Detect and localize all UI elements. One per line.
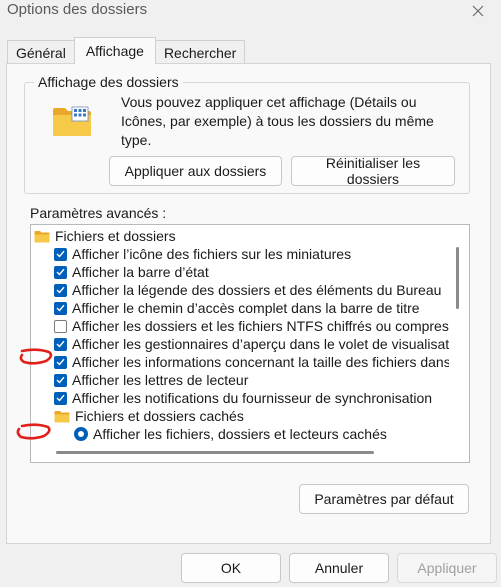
- tab-bar: Général Affichage Rechercher: [7, 37, 246, 64]
- setting-item[interactable]: Afficher le chemin d’accès complet dans …: [31, 299, 449, 317]
- checkmark-icon: [56, 250, 65, 258]
- setting-item[interactable]: Afficher les gestionnaires d’aperçu dans…: [31, 335, 449, 353]
- setting-label: Afficher les gestionnaires d’aperçu dans…: [72, 336, 449, 352]
- setting-label: Afficher l’icône des fichiers sur les mi…: [72, 246, 352, 262]
- checkbox-checked[interactable]: [54, 301, 67, 315]
- setting-item[interactable]: Afficher les notifications du fournisseu…: [31, 389, 449, 407]
- category-label: Fichiers et dossiers: [55, 228, 176, 244]
- cancel-button[interactable]: Annuler: [289, 553, 389, 583]
- folder-view-description: Vous pouvez appliquer cet affichage (Dét…: [121, 94, 434, 148]
- advanced-settings-list[interactable]: Fichiers et dossiers Afficher l’icône de…: [30, 224, 470, 463]
- advanced-settings-items: Fichiers et dossiers Afficher l’icône de…: [31, 227, 449, 442]
- window-title: Options des dossiers: [7, 1, 148, 18]
- subcategory-label: Fichiers et dossiers cachés: [75, 408, 244, 424]
- setting-item[interactable]: Afficher l’icône des fichiers sur les mi…: [31, 245, 449, 263]
- checkbox-checked[interactable]: [54, 355, 67, 369]
- setting-label: Afficher les dossiers et les fichiers NT…: [72, 318, 449, 334]
- ok-button[interactable]: OK: [181, 553, 281, 583]
- apply-to-folders-button[interactable]: Appliquer aux dossiers: [109, 156, 282, 186]
- setting-item[interactable]: Afficher la barre d’état: [31, 263, 449, 281]
- setting-label: Afficher le chemin d’accès complet dans …: [72, 300, 420, 316]
- setting-item[interactable]: Afficher les lettres de lecteur: [31, 371, 449, 389]
- reset-folders-button[interactable]: Réinitialiser les dossiers: [291, 155, 455, 187]
- setting-label: Afficher la légende des dossiers et des …: [72, 282, 442, 298]
- advanced-settings-label: Paramètres avancés :: [30, 205, 167, 221]
- tab-display[interactable]: Affichage: [73, 37, 156, 64]
- close-button[interactable]: [455, 0, 501, 22]
- checkmark-icon: [56, 304, 65, 312]
- restore-defaults-button[interactable]: Paramètres par défaut: [299, 484, 469, 514]
- checkbox-checked[interactable]: [54, 391, 67, 405]
- folder-view-icon: [52, 105, 92, 142]
- setting-item[interactable]: Afficher la légende des dossiers et des …: [31, 281, 449, 299]
- category-files-folders: Fichiers et dossiers: [31, 227, 449, 245]
- checkbox-checked[interactable]: [54, 373, 67, 387]
- setting-item[interactable]: Afficher les dossiers et les fichiers NT…: [31, 317, 449, 335]
- checkmark-icon: [56, 286, 65, 294]
- apply-button[interactable]: Appliquer: [397, 553, 497, 583]
- radio-selected[interactable]: [74, 427, 88, 441]
- setting-label: Afficher les fichiers, dossiers et lecte…: [93, 426, 387, 442]
- setting-label: Afficher les notifications du fournisseu…: [72, 390, 433, 406]
- checkbox-checked[interactable]: [54, 247, 67, 261]
- setting-label: Afficher la barre d’état: [72, 264, 209, 280]
- folder-icon: [34, 230, 50, 242]
- checkmark-icon: [56, 340, 65, 348]
- checkbox-checked[interactable]: [54, 265, 67, 279]
- checkmark-icon: [56, 376, 65, 384]
- tab-general[interactable]: Général: [7, 40, 75, 64]
- folder-options-dialog: Options des dossiers Général Affichage R…: [0, 0, 501, 587]
- checkmark-icon: [56, 268, 65, 276]
- folder-view-legend: Affichage des dossiers: [34, 74, 183, 90]
- checkbox-checked[interactable]: [54, 337, 67, 351]
- close-icon: [472, 5, 484, 17]
- horizontal-scrollbar[interactable]: [56, 451, 374, 454]
- setting-label: Afficher les lettres de lecteur: [72, 372, 249, 388]
- checkmark-icon: [56, 358, 65, 366]
- tab-search[interactable]: Rechercher: [154, 40, 246, 64]
- setting-item-show-hidden[interactable]: Afficher les fichiers, dossiers et lecte…: [31, 425, 449, 442]
- setting-item[interactable]: Afficher les informations concernant la …: [31, 353, 449, 371]
- checkbox-checked[interactable]: [54, 283, 67, 297]
- title-bar: Options des dossiers: [0, 0, 501, 34]
- category-hidden-files: Fichiers et dossiers cachés: [31, 407, 449, 425]
- checkbox-unchecked[interactable]: [54, 319, 67, 333]
- folder-icon: [54, 410, 70, 422]
- setting-label: Afficher les informations concernant la …: [72, 354, 449, 370]
- vertical-scrollbar[interactable]: [456, 247, 459, 309]
- checkmark-icon: [56, 394, 65, 402]
